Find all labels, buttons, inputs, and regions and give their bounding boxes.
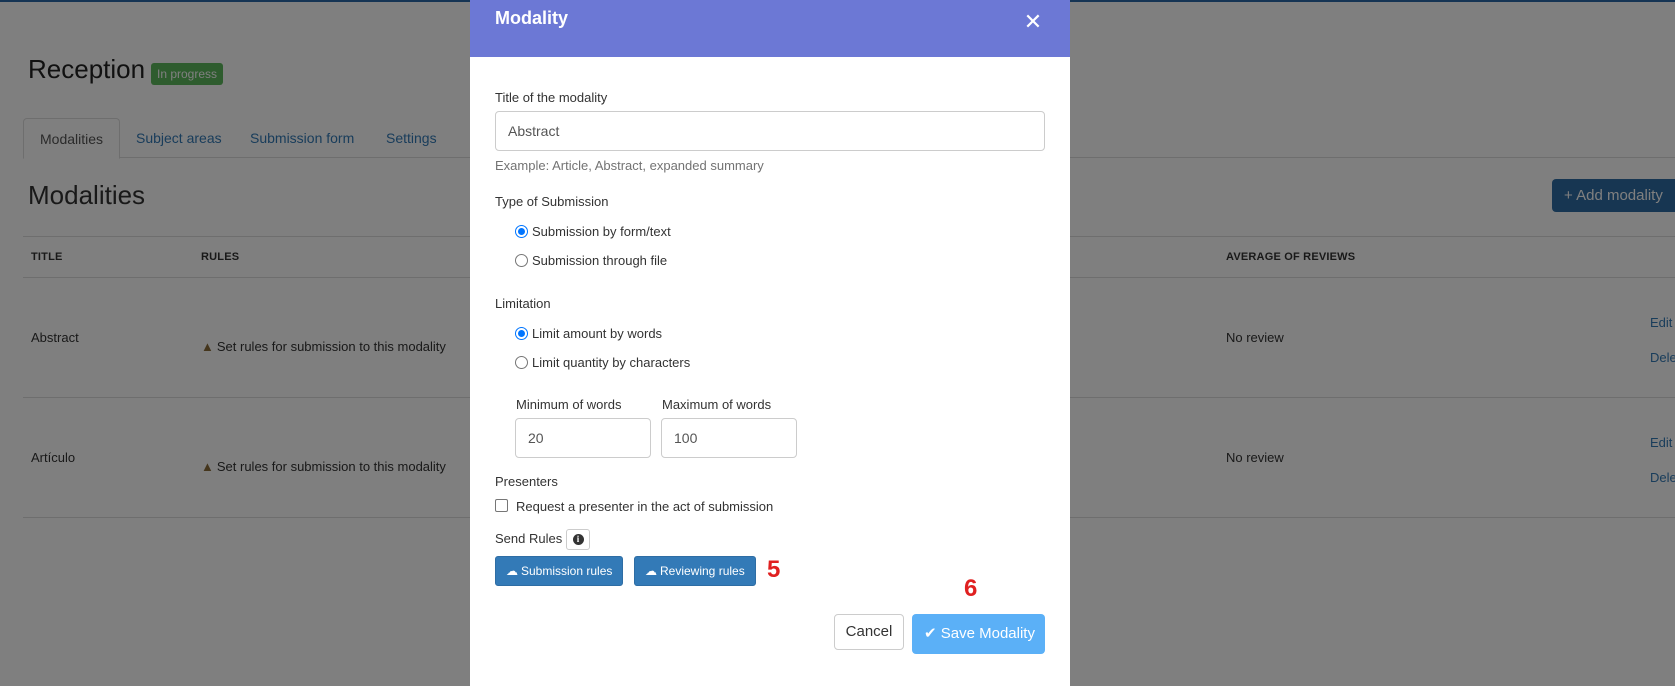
radio-limit-words[interactable]: Limit amount by words <box>515 326 662 341</box>
check-icon: ✔ <box>924 625 937 642</box>
modal-title: Modality <box>495 8 569 28</box>
title-input[interactable]: Abstract <box>495 111 1045 151</box>
submission-rules-button[interactable]: ☁ Submission rules <box>495 556 624 586</box>
radio-label: Submission by form/text <box>532 224 671 239</box>
button-label: Submission rules <box>521 564 613 578</box>
reviewing-rules-button[interactable]: ☁ Reviewing rules <box>634 556 756 586</box>
radio-submission-form[interactable]: Submission by form/text <box>515 224 671 239</box>
radio-label: Limit quantity by characters <box>532 355 691 370</box>
info-button[interactable]: i <box>566 529 590 550</box>
radio-label: Submission through file <box>532 253 668 268</box>
presenter-checkbox-label: Request a presenter in the act of submis… <box>516 499 774 514</box>
step-marker-6: 6 <box>964 575 978 602</box>
radio-unchecked[interactable] <box>515 254 528 267</box>
submission-type-label: Type of Submission <box>495 194 609 209</box>
cloud-upload-icon: ☁ <box>645 564 657 578</box>
radio-submission-file[interactable]: Submission through file <box>515 253 667 268</box>
presenters-label: Presenters <box>495 474 558 489</box>
cancel-button[interactable]: Cancel <box>834 614 904 650</box>
radio-unchecked[interactable] <box>515 356 528 369</box>
radio-limit-characters[interactable]: Limit quantity by characters <box>515 355 690 370</box>
modality-dialog: Modality ✕ Title of the modality Abstrac… <box>470 0 1070 686</box>
info-icon: i <box>572 534 584 545</box>
close-icon[interactable]: ✕ <box>1021 10 1045 34</box>
button-label: Reviewing rules <box>660 564 745 578</box>
min-words-label: Minimum of words <box>516 397 622 412</box>
cloud-upload-icon: ☁ <box>506 564 518 578</box>
save-label: Save Modality <box>940 625 1035 642</box>
step-marker-5: 5 <box>767 556 781 583</box>
save-modality-button[interactable]: ✔ Save Modality <box>912 614 1045 654</box>
title-field-label: Title of the modality <box>495 90 608 105</box>
limitation-label: Limitation <box>495 296 551 311</box>
radio-checked[interactable] <box>515 225 528 238</box>
max-words-label: Maximum of words <box>662 397 772 412</box>
radio-checked[interactable] <box>515 327 528 340</box>
min-words-input[interactable]: 20 <box>515 418 651 458</box>
title-help-text: Example: Article, Abstract, expanded sum… <box>495 158 764 173</box>
presenter-checkbox[interactable] <box>495 499 508 512</box>
send-rules-label: Send Rules <box>495 531 563 546</box>
radio-label: Limit amount by words <box>532 326 663 341</box>
modal-header: Modality ✕ <box>470 0 1070 57</box>
max-words-input[interactable]: 100 <box>661 418 797 458</box>
